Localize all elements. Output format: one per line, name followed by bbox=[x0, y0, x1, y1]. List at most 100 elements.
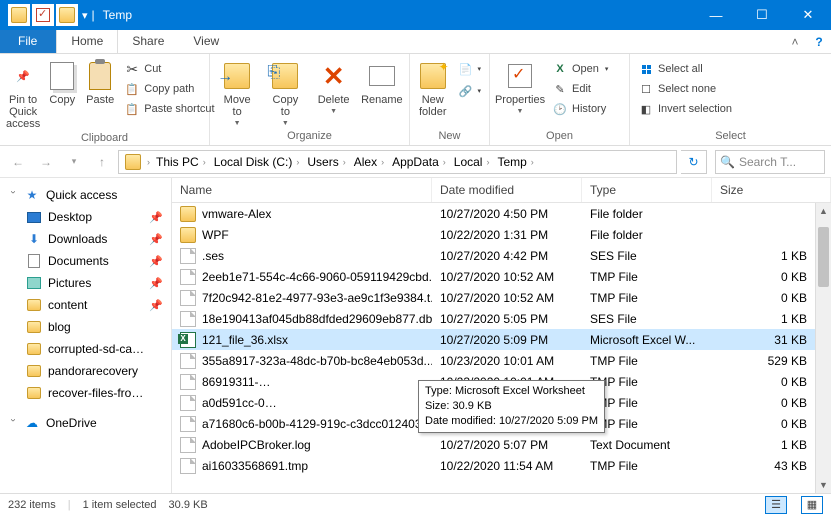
search-input[interactable]: 🔍 Search T... bbox=[715, 150, 825, 174]
address-bar[interactable]: › This PC›Local Disk (C:)›Users›Alex›App… bbox=[118, 150, 677, 174]
paste-shortcut-button[interactable]: 📋Paste shortcut bbox=[122, 100, 216, 118]
minimize-button[interactable]: — bbox=[693, 0, 739, 30]
tab-share[interactable]: Share bbox=[118, 30, 179, 53]
window-title: Temp bbox=[103, 8, 132, 22]
tab-view[interactable]: View bbox=[179, 30, 234, 53]
group-open-label: Open bbox=[496, 128, 623, 144]
copy-to-button[interactable]: Copy to▼ bbox=[264, 60, 306, 127]
qat-folder-icon-2[interactable] bbox=[56, 4, 78, 26]
new-folder-button[interactable]: New folder bbox=[416, 60, 449, 118]
column-type[interactable]: Type bbox=[582, 178, 712, 202]
column-date[interactable]: Date modified bbox=[432, 178, 582, 202]
select-all-button[interactable]: Select all bbox=[636, 60, 734, 78]
breadcrumb-segment[interactable]: Alex› bbox=[350, 155, 388, 169]
group-clipboard-label: Clipboard bbox=[6, 130, 203, 146]
help-icon[interactable]: ? bbox=[807, 30, 831, 53]
nav-content[interactable]: content📌 bbox=[4, 294, 167, 316]
delete-button[interactable]: ✕Delete▼ bbox=[313, 60, 355, 115]
rename-button[interactable]: Rename bbox=[361, 60, 403, 106]
search-icon: 🔍 bbox=[720, 155, 735, 169]
file-row[interactable]: 7f20c942-81e2-4977-93e3-ae9c1f3e9384.t..… bbox=[172, 287, 831, 308]
breadcrumb-segment[interactable]: Local› bbox=[450, 155, 494, 169]
new-item-button[interactable]: 📄▾ bbox=[455, 60, 483, 78]
scrollbar[interactable]: ▲ ▼ bbox=[815, 203, 831, 493]
scroll-thumb[interactable] bbox=[818, 227, 829, 287]
ribbon-expand-icon[interactable]: ˄ bbox=[783, 30, 807, 53]
tab-home[interactable]: Home bbox=[56, 30, 118, 53]
file-icon bbox=[180, 311, 196, 327]
nav-forward-button[interactable]: → bbox=[34, 150, 58, 174]
chevron-right-icon[interactable]: › bbox=[145, 157, 152, 167]
group-select-label: Select bbox=[636, 128, 825, 144]
file-icon bbox=[180, 416, 196, 432]
pin-to-quick-access-button[interactable]: 📌Pin to Quick access bbox=[6, 60, 40, 130]
status-item-count: 232 items bbox=[8, 499, 56, 511]
pin-icon: 📌 bbox=[149, 255, 163, 268]
file-icon bbox=[180, 353, 196, 369]
folder-icon bbox=[180, 206, 196, 222]
qat-dropdown-icon[interactable]: ▾ bbox=[80, 9, 90, 22]
qat-properties-icon[interactable] bbox=[32, 4, 54, 26]
view-details-button[interactable]: ☰ bbox=[765, 496, 787, 514]
nav-pictures[interactable]: Pictures📌 bbox=[4, 272, 167, 294]
paste-button[interactable]: Paste bbox=[84, 60, 116, 106]
file-row[interactable]: .ses 10/27/2020 4:42 PM SES File 1 KB bbox=[172, 245, 831, 266]
file-icon bbox=[180, 437, 196, 453]
nav-desktop[interactable]: Desktop📌 bbox=[4, 206, 167, 228]
nav-corrupted[interactable]: corrupted-sd-ca… bbox=[4, 338, 167, 360]
nav-downloads[interactable]: ⬇Downloads📌 bbox=[4, 228, 167, 250]
column-name[interactable]: Name bbox=[172, 178, 432, 202]
excel-icon bbox=[180, 332, 196, 348]
folder-icon bbox=[125, 154, 141, 170]
breadcrumb-segment[interactable]: AppData› bbox=[388, 155, 450, 169]
file-row[interactable]: vmware-Alex 10/27/2020 4:50 PM File fold… bbox=[172, 203, 831, 224]
breadcrumb-segment[interactable]: This PC› bbox=[152, 155, 210, 169]
select-none-button[interactable]: ☐Select none bbox=[636, 80, 734, 98]
history-button[interactable]: 🕑History bbox=[550, 100, 610, 118]
breadcrumb-segment[interactable]: Local Disk (C:)› bbox=[210, 155, 304, 169]
view-large-icons-button[interactable]: ▦ bbox=[801, 496, 823, 514]
breadcrumb-segment[interactable]: Users› bbox=[303, 155, 349, 169]
group-new-label: New bbox=[416, 128, 483, 144]
easy-access-button[interactable]: 🔗▾ bbox=[455, 82, 483, 100]
nav-quick-access[interactable]: ★Quick access bbox=[4, 184, 167, 206]
file-row[interactable]: 355a8917-323a-48dc-b70b-bc8e4eb053d... 1… bbox=[172, 350, 831, 371]
nav-up-button[interactable]: ↑ bbox=[90, 150, 114, 174]
maximize-button[interactable]: ☐ bbox=[739, 0, 785, 30]
pin-icon: 📌 bbox=[149, 233, 163, 246]
qat-folder-icon[interactable] bbox=[8, 4, 30, 26]
file-row[interactable]: WPF 10/22/2020 1:31 PM File folder bbox=[172, 224, 831, 245]
properties-button[interactable]: Properties▼ bbox=[496, 60, 544, 115]
nav-pandora[interactable]: pandorarecovery bbox=[4, 360, 167, 382]
close-button[interactable]: ✕ bbox=[785, 0, 831, 30]
open-button[interactable]: XOpen▾ bbox=[550, 60, 610, 78]
file-icon bbox=[180, 290, 196, 306]
file-row[interactable]: AdobeIPCBroker.log 10/27/2020 5:07 PM Te… bbox=[172, 434, 831, 455]
breadcrumb-segment[interactable]: Temp› bbox=[493, 155, 537, 169]
move-to-button[interactable]: Move to▼ bbox=[216, 60, 258, 127]
scroll-up-icon[interactable]: ▲ bbox=[816, 203, 831, 219]
group-organize-label: Organize bbox=[216, 128, 403, 144]
copy-button[interactable]: Copy bbox=[46, 60, 78, 106]
scroll-down-icon[interactable]: ▼ bbox=[816, 477, 831, 493]
nav-recent-button[interactable]: ▾ bbox=[62, 150, 86, 174]
column-size[interactable]: Size bbox=[712, 178, 831, 202]
file-icon bbox=[180, 269, 196, 285]
nav-documents[interactable]: Documents📌 bbox=[4, 250, 167, 272]
nav-back-button[interactable]: ← bbox=[6, 150, 30, 174]
refresh-button[interactable]: ↻ bbox=[681, 150, 707, 174]
file-row[interactable]: ai16033568691.tmp 10/22/2020 11:54 AM TM… bbox=[172, 455, 831, 476]
tab-file[interactable]: File bbox=[0, 30, 56, 53]
folder-icon bbox=[180, 227, 196, 243]
status-selected-size: 30.9 KB bbox=[169, 499, 208, 511]
nav-onedrive[interactable]: ☁OneDrive bbox=[4, 412, 167, 434]
file-row[interactable]: 18e190413af045db88dfded29609eb877.db... … bbox=[172, 308, 831, 329]
copy-path-button[interactable]: 📋Copy path bbox=[122, 80, 216, 98]
nav-recover[interactable]: recover-files-fro… bbox=[4, 382, 167, 404]
cut-button[interactable]: ✂Cut bbox=[122, 60, 216, 78]
nav-blog[interactable]: blog bbox=[4, 316, 167, 338]
file-row[interactable]: 121_file_36.xlsx 10/27/2020 5:09 PM Micr… bbox=[172, 329, 831, 350]
invert-selection-button[interactable]: ◧Invert selection bbox=[636, 100, 734, 118]
edit-button[interactable]: ✎Edit bbox=[550, 80, 610, 98]
file-row[interactable]: 2eeb1e71-554c-4c66-9060-059119429cbd... … bbox=[172, 266, 831, 287]
